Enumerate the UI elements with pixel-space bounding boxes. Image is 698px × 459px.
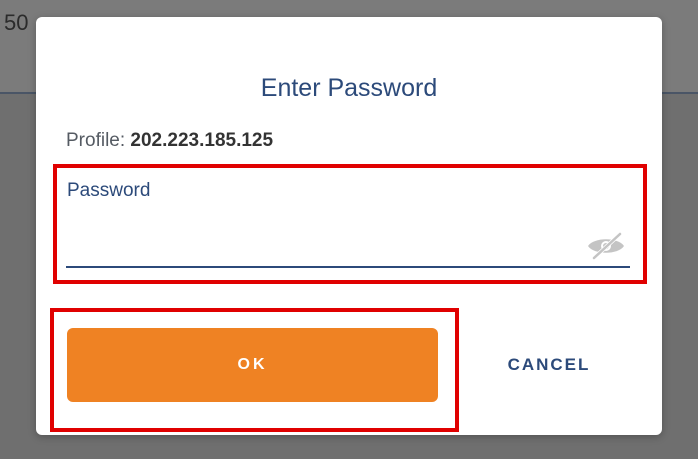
password-underline — [66, 266, 630, 268]
password-label: Password — [67, 180, 151, 201]
password-input[interactable] — [66, 221, 588, 261]
password-dialog: Enter Password Profile: 202.223.185.125 … — [36, 17, 662, 435]
profile-line: Profile: 202.223.185.125 — [66, 129, 273, 153]
ok-button[interactable]: OK — [67, 328, 438, 402]
profile-label: Profile: — [66, 130, 126, 151]
cancel-button[interactable]: CANCEL — [478, 345, 620, 385]
profile-value: 202.223.185.125 — [130, 130, 274, 151]
password-field[interactable]: Password — [66, 175, 630, 268]
dialog-title: Enter Password — [260, 74, 438, 102]
background-partial-text: 50 — [4, 10, 29, 35]
eye-slash-icon[interactable] — [584, 231, 628, 261]
